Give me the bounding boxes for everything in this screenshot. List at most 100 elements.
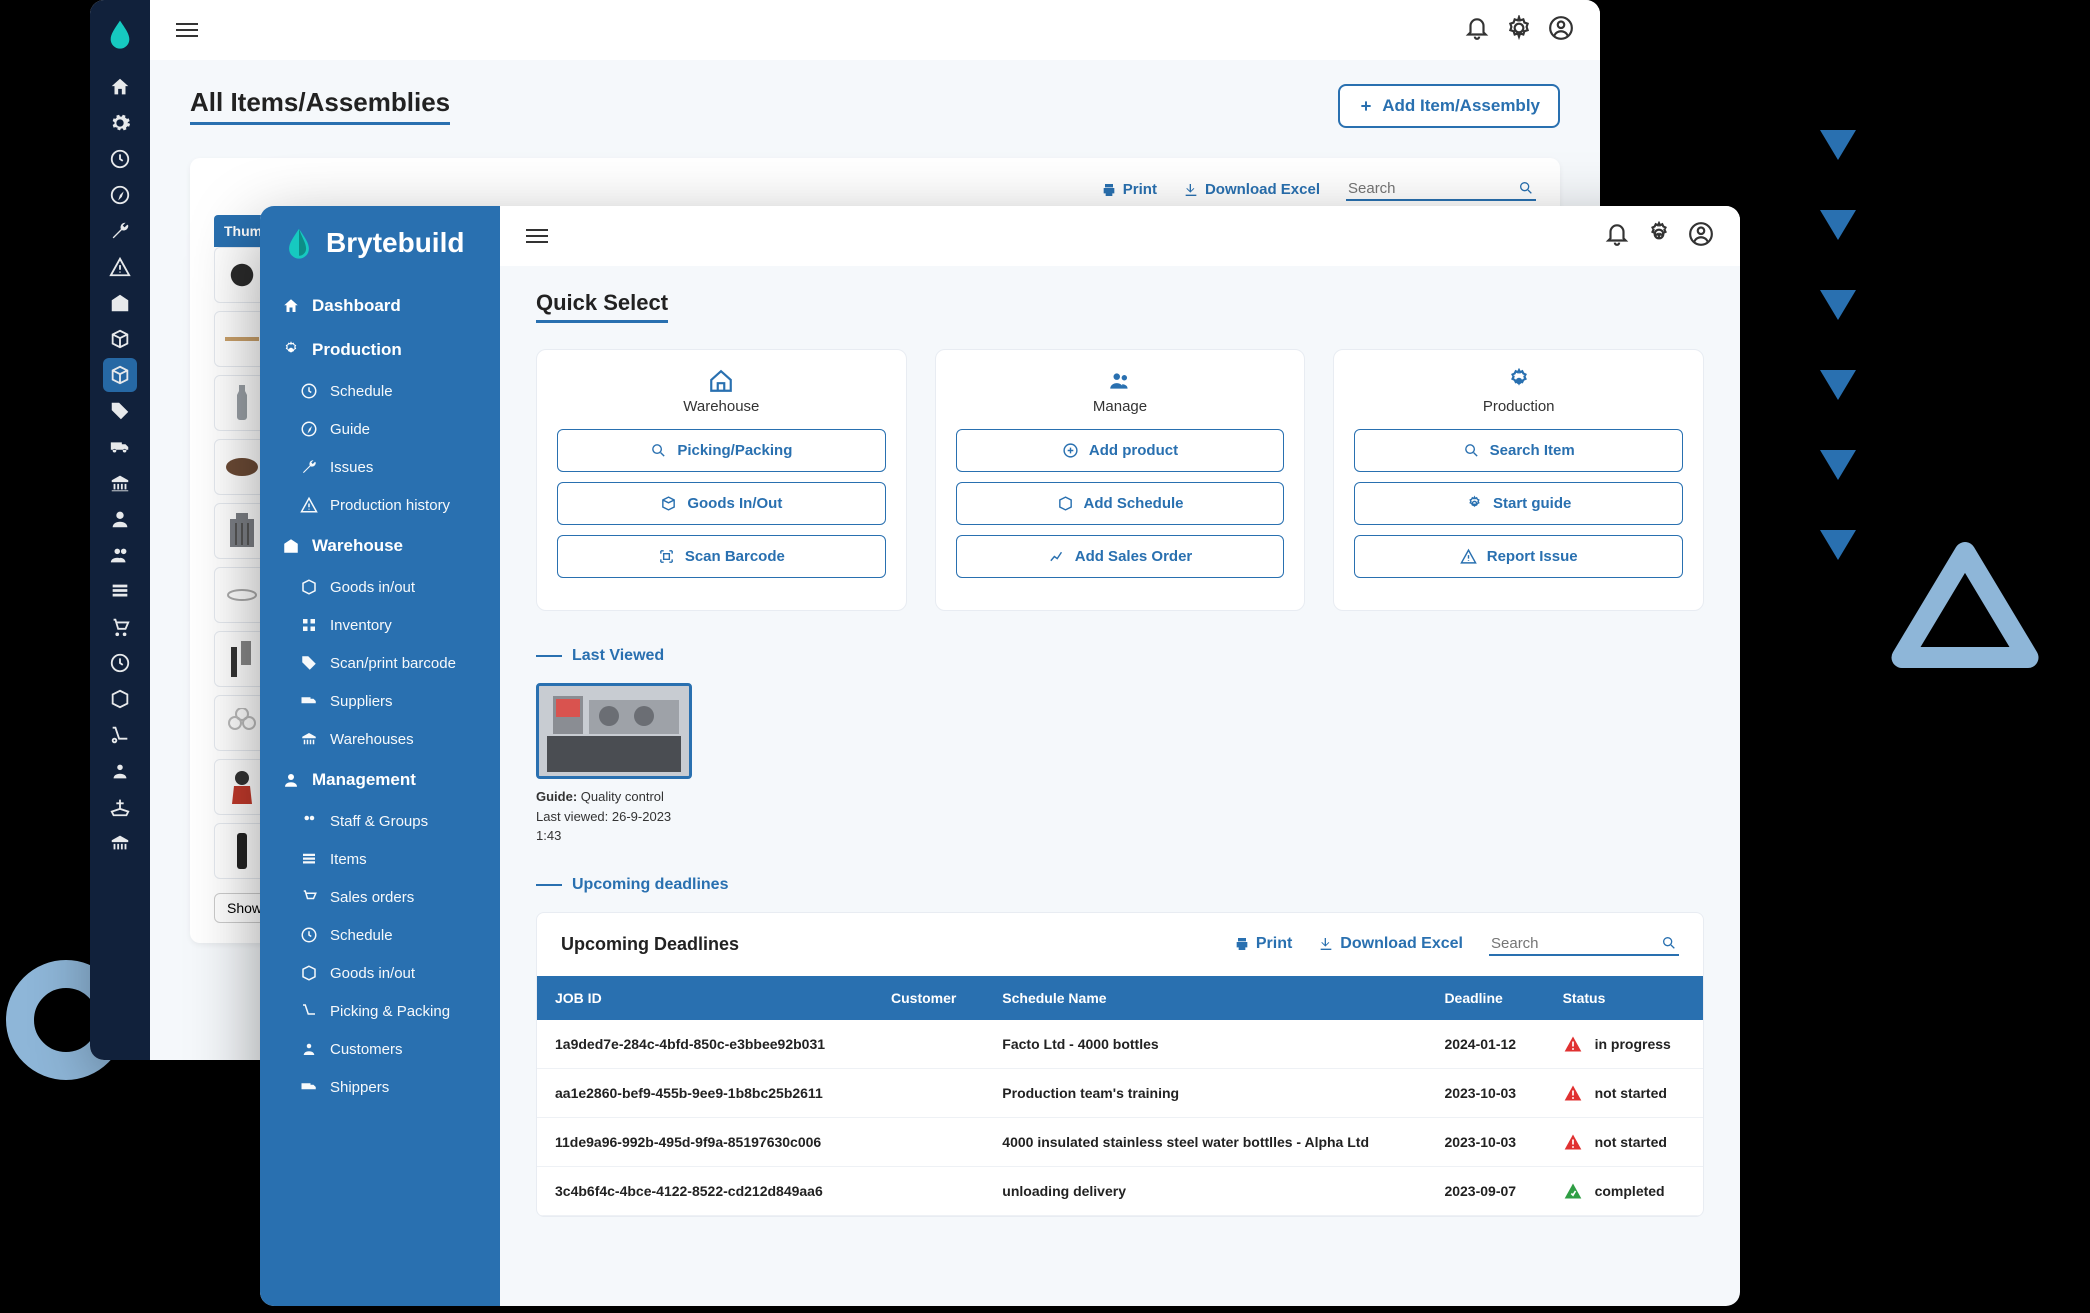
nav-inventory[interactable]: Inventory [260,606,500,644]
table-row[interactable]: 11de9a96-992b-495d-9f9a-85197630c0064000… [537,1117,1703,1166]
scan-barcode-button[interactable]: Scan Barcode [557,535,886,578]
tag-icon[interactable] [109,400,131,422]
add-item-button[interactable]: Add Item/Assembly [1338,84,1560,128]
user-icon[interactable] [109,508,131,530]
nav-goods-in-out[interactable]: Goods in/out [260,568,500,606]
nav-items[interactable]: Items [260,840,500,878]
nav-schedule[interactable]: Schedule [260,372,500,410]
lv-guide-name: Quality control [581,789,664,804]
cart-icon[interactable] [109,616,131,638]
download-label: Download Excel [1340,935,1463,953]
nav-production[interactable]: Production [260,328,500,372]
compass-icon[interactable] [109,184,131,206]
table-row[interactable]: aa1e2860-bef9-455b-9ee9-1b8bc25b2611Prod… [537,1068,1703,1117]
nav-label: Schedule [330,383,393,400]
deco-triangle-down [1820,530,1856,560]
search-wrap [1346,178,1536,201]
cube-active-icon[interactable] [109,364,131,386]
nav-label: Goods in/out [330,965,415,982]
nav-production-history[interactable]: Production history [260,486,500,524]
search-icon [1661,935,1677,951]
dolly-icon[interactable] [109,724,131,746]
add-schedule-button[interactable]: Add Schedule [956,482,1285,525]
users-icon[interactable] [109,544,131,566]
package2-icon[interactable] [109,688,131,710]
brand: Brytebuild [260,226,500,284]
nav-sales-orders[interactable]: Sales orders [260,878,500,916]
report-issue-button[interactable]: Report Issue [1354,535,1683,578]
nav-warehouses[interactable]: Warehouses [260,720,500,758]
start-guide-button[interactable]: Start guide [1354,482,1683,525]
menu-toggle-icon[interactable] [526,229,548,243]
print-label: Print [1256,935,1292,953]
col-deadline[interactable]: Deadline [1426,976,1544,1020]
cell-customer [873,1020,984,1069]
nav-label: Scan/print barcode [330,655,456,672]
ship-icon[interactable] [109,796,131,818]
nav-warehouse[interactable]: Warehouse [260,524,500,568]
search-input[interactable] [1346,178,1536,201]
warehouse-icon[interactable] [109,292,131,314]
col-jobid[interactable]: JOB ID [537,976,873,1020]
card-label: Production [1354,398,1683,415]
gear-icon[interactable] [1646,221,1672,252]
nav-picking-packing[interactable]: Picking & Packing [260,992,500,1030]
btn-label: Goods In/Out [687,495,782,512]
print-link[interactable]: Print [1234,935,1292,953]
nav-scan-print[interactable]: Scan/print barcode [260,644,500,682]
deadlines-search-input[interactable] [1489,933,1679,956]
bell-icon[interactable] [1604,221,1630,252]
nav-issues[interactable]: Issues [260,448,500,486]
clock-icon[interactable] [109,148,131,170]
download-link[interactable]: Download Excel [1318,935,1463,953]
nav-customers[interactable]: Customers [260,1030,500,1068]
bell-icon[interactable] [1464,15,1490,46]
nav-management[interactable]: Management [260,758,500,802]
home-icon[interactable] [109,76,131,98]
users2-icon[interactable] [109,760,131,782]
upcoming-header: Upcoming deadlines [536,876,1704,894]
clock2-icon[interactable] [109,652,131,674]
wrench-icon[interactable] [109,220,131,242]
nav-shippers[interactable]: Shippers [260,1068,500,1106]
user-circle-icon[interactable] [1688,221,1714,252]
nav-suppliers[interactable]: Suppliers [260,682,500,720]
nav-guide[interactable]: Guide [260,410,500,448]
col-status[interactable]: Status [1545,976,1703,1020]
warning-icon[interactable] [109,256,131,278]
goods-in-out-button[interactable]: Goods In/Out [557,482,886,525]
deco-triangle-outline [1890,540,2040,670]
user-circle-icon[interactable] [1548,15,1574,46]
nav-label: Goods in/out [330,579,415,596]
table-row[interactable]: 3c4b6f4c-4bce-4122-8522-cd212d849aa6unlo… [537,1166,1703,1215]
nav-goods-in-out-2[interactable]: Goods in/out [260,954,500,992]
add-product-button[interactable]: Add product [956,429,1285,472]
building-icon[interactable] [109,832,131,854]
table-row[interactable]: 1a9ded7e-284c-4bfd-850c-e3bbee92b031Fact… [537,1020,1703,1069]
nav-label: Dashboard [312,296,401,316]
menu-toggle-icon[interactable] [176,23,198,37]
cell-deadline: 2023-10-03 [1426,1117,1544,1166]
print-link[interactable]: Print [1101,181,1157,198]
box-icon[interactable] [109,328,131,350]
add-sales-order-button[interactable]: Add Sales Order [956,535,1285,578]
nav-schedule-2[interactable]: Schedule [260,916,500,954]
col-customer[interactable]: Customer [873,976,984,1020]
cell-jobid: 1a9ded7e-284c-4bfd-850c-e3bbee92b031 [537,1020,873,1069]
download-link[interactable]: Download Excel [1183,181,1320,198]
cell-jobid: aa1e2860-bef9-455b-9ee9-1b8bc25b2611 [537,1068,873,1117]
deadlines-card: Upcoming Deadlines Print Download Excel … [536,912,1704,1217]
last-viewed-item[interactable]: Guide: Quality control Last viewed: 26-9… [536,683,692,846]
nav-staff-groups[interactable]: Staff & Groups [260,802,500,840]
truck-icon[interactable] [109,436,131,458]
btn-label: Add Sales Order [1075,548,1193,565]
gear-icon[interactable] [109,112,131,134]
gear-icon[interactable] [1506,15,1532,46]
picking-packing-button[interactable]: Picking/Packing [557,429,886,472]
list-icon[interactable] [109,580,131,602]
search-item-button[interactable]: Search Item [1354,429,1683,472]
bank-icon[interactable] [109,472,131,494]
col-schedule[interactable]: Schedule Name [984,976,1426,1020]
last-viewed-thumb [536,683,692,779]
nav-dashboard[interactable]: Dashboard [260,284,500,328]
